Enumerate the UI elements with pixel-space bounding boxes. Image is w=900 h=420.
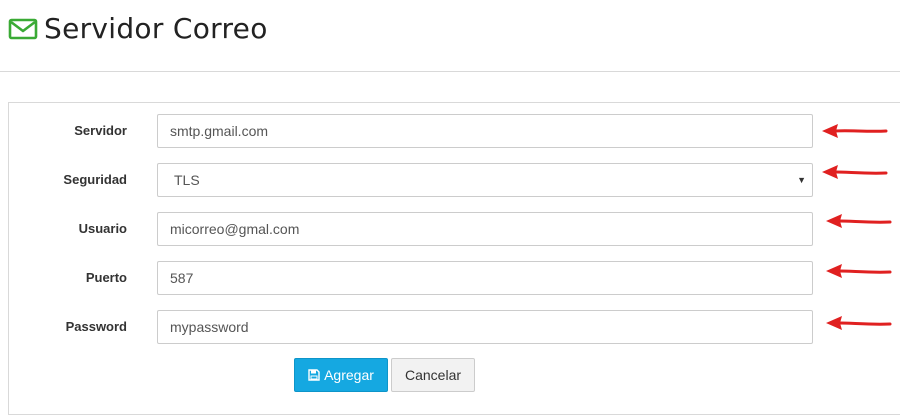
- form-row-servidor: Servidor smtp.gmail.com: [9, 114, 900, 148]
- page-title: Servidor Correo: [44, 12, 268, 45]
- agregar-button[interactable]: Agregar: [294, 358, 388, 392]
- form-row-usuario: Usuario micorreo@gmal.com: [9, 212, 900, 246]
- form-row-seguridad: Seguridad TLS ▼: [9, 163, 900, 197]
- red-arrow-icon: [826, 264, 892, 278]
- red-arrow-icon: [826, 316, 892, 330]
- red-arrow-icon: [826, 214, 892, 228]
- red-arrow-icon: [822, 165, 888, 179]
- agregar-button-label: Agregar: [324, 367, 374, 383]
- usuario-input[interactable]: micorreo@gmal.com: [157, 212, 813, 246]
- seguridad-selected-value: TLS: [174, 172, 200, 188]
- form-row-puerto: Puerto 587: [9, 261, 900, 295]
- floppy-disk-icon: [308, 369, 320, 381]
- password-label: Password: [65, 319, 127, 334]
- envelope-icon: [8, 18, 38, 40]
- red-arrow-icon: [822, 124, 888, 138]
- page-header: Servidor Correo: [0, 0, 900, 72]
- servidor-input[interactable]: smtp.gmail.com: [157, 114, 813, 148]
- cancelar-button[interactable]: Cancelar: [391, 358, 475, 392]
- seguridad-select[interactable]: TLS ▼: [157, 163, 813, 197]
- puerto-label: Puerto: [85, 270, 127, 285]
- servidor-label: Servidor: [74, 123, 127, 138]
- seguridad-label: Seguridad: [63, 172, 127, 187]
- usuario-label: Usuario: [78, 221, 127, 236]
- chevron-down-icon: ▼: [797, 175, 806, 185]
- password-input[interactable]: mypassword: [157, 310, 813, 344]
- form-row-password: Password mypassword: [9, 310, 900, 344]
- mail-server-form: Servidor smtp.gmail.com Seguridad TLS ▼ …: [8, 102, 900, 415]
- puerto-input[interactable]: 587: [157, 261, 813, 295]
